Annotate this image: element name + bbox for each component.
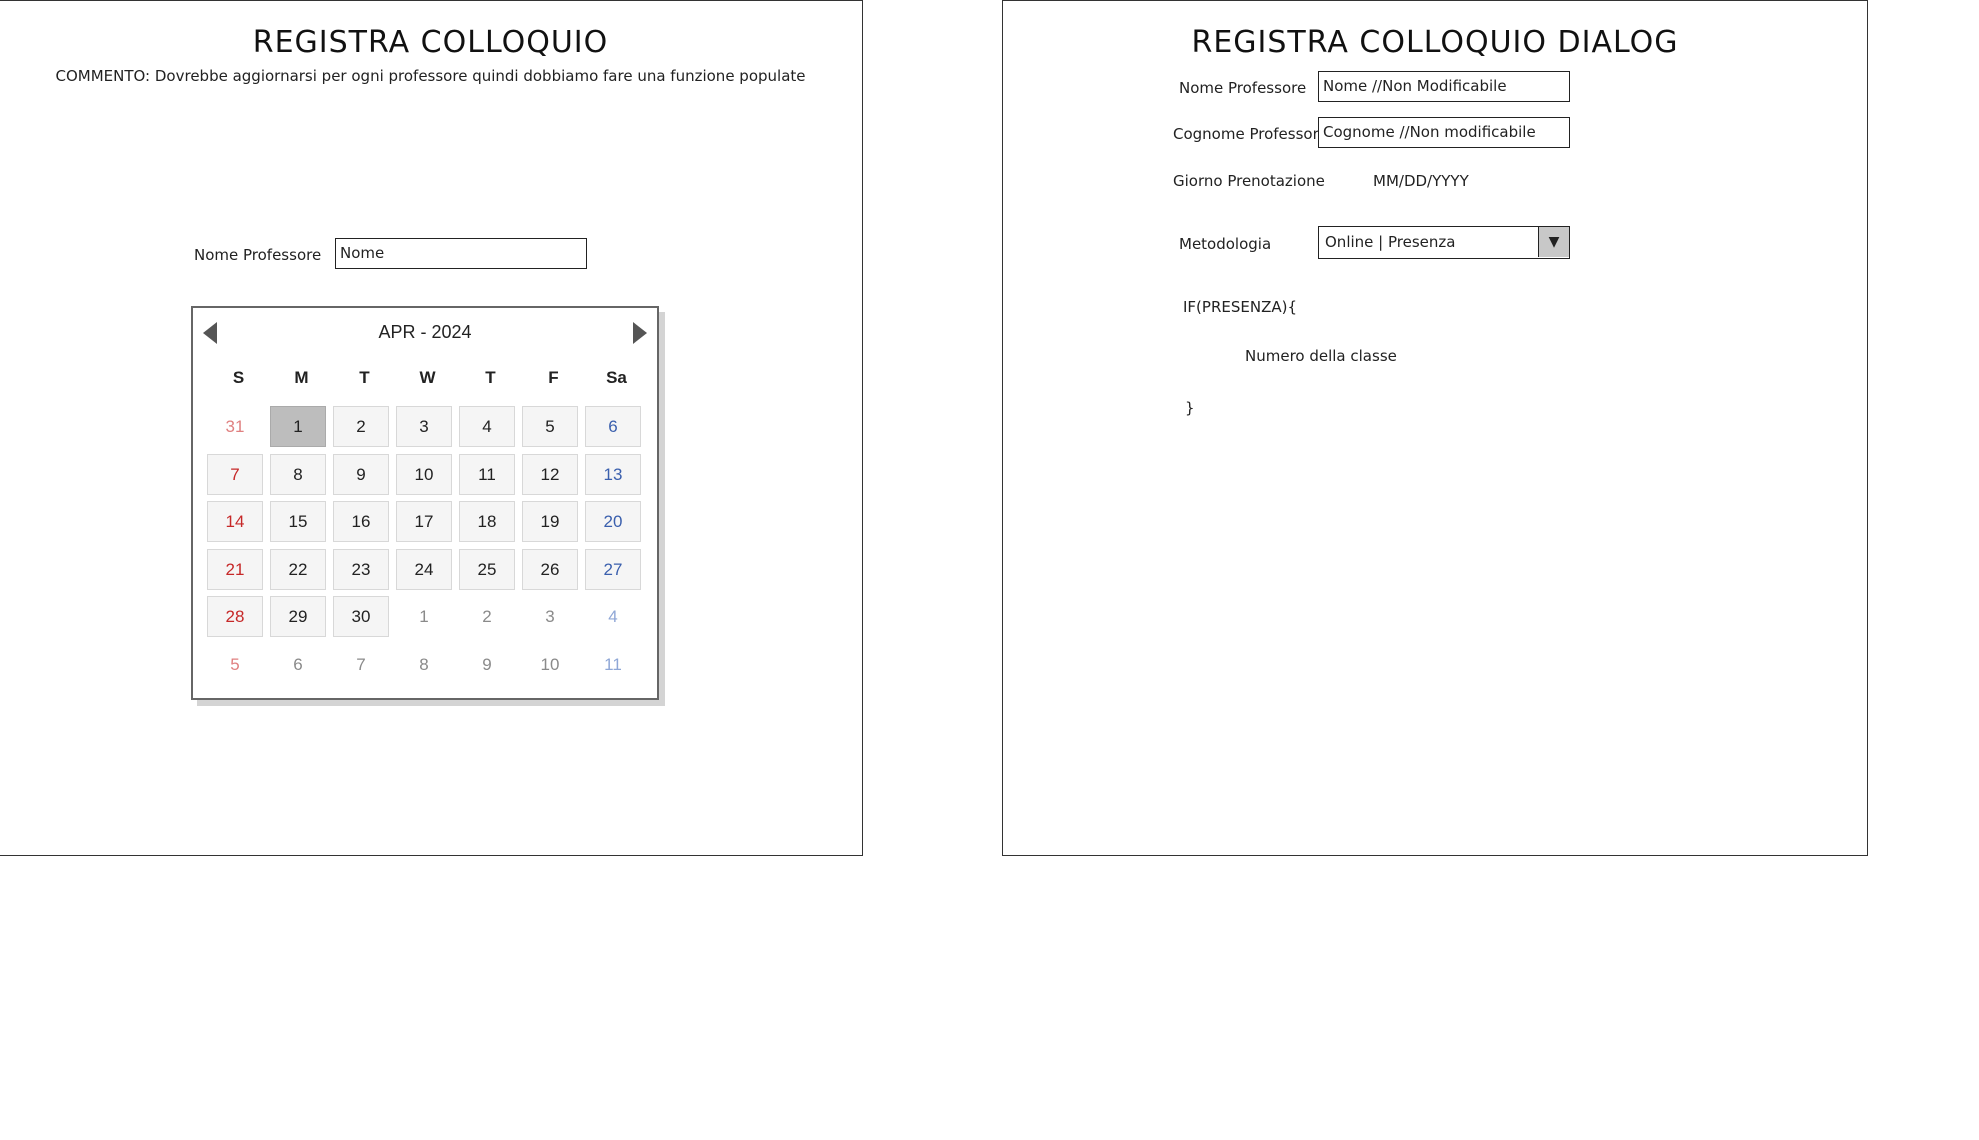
calendar-day[interactable]: 13 [585,453,641,495]
cognome-professore-field[interactable]: Cognome //Non modificabile [1318,117,1570,148]
calendar-day[interactable]: 1 [270,406,326,447]
weekday-header: S [232,368,245,387]
calendar-day[interactable]: 30 [333,596,389,637]
comment-text: COMMENTO: Dovrebbe aggiornarsi per ogni … [55,67,806,85]
calendar-day[interactable]: 26 [522,548,578,590]
nome-professore-label: Nome Professore [1179,79,1307,97]
metodologia-selected-value: Online | Presenza [1325,233,1456,251]
nome-professore-label: Nome Professore [194,246,322,264]
calendar-day[interactable]: 2 [333,406,389,447]
calendar-day[interactable]: 15 [270,501,326,542]
weekday-header: M [294,368,309,387]
calendar-day[interactable]: 22 [270,548,326,590]
calendar-day[interactable]: 29 [270,596,326,637]
calendar-day[interactable]: 7 [333,644,389,685]
calendar-day[interactable]: 5 [207,644,263,685]
weekday-header: Sa [606,368,627,387]
if-presenza-text: IF(PRESENZA){ [1183,298,1298,316]
calendar-day[interactable]: 9 [459,644,515,685]
calendar-day[interactable]: 11 [585,644,641,685]
weekday-header: T [359,368,370,387]
calendar-day[interactable]: 24 [396,548,452,590]
giorno-prenotazione-label: Giorno Prenotazione [1173,172,1325,190]
registra-colloquio-frame: REGISTRA COLLOQUIO COMMENTO: Dovrebbe ag… [0,0,863,856]
calendar-day[interactable]: 6 [585,406,641,447]
next-month-icon[interactable] [633,322,647,344]
weekday-header: T [485,368,496,387]
cognome-professore-label: Cognome Professore [1173,125,1328,143]
calendar-day[interactable]: 11 [459,453,515,495]
chevron-down-icon[interactable]: ▼ [1538,227,1569,257]
calendar-day[interactable]: 4 [585,596,641,637]
calendar-day-grid: 31 1 2 3 4 5 6 7 8 9 10 11 12 13 14 15 16 17 18 19 20 21 22 23 2… [207,406,648,691]
calendar-day[interactable]: 6 [270,644,326,685]
weekday-header: F [548,368,559,387]
weekday-header: W [419,368,436,387]
calendar-day[interactable]: 10 [396,453,452,495]
calendar-day[interactable]: 8 [396,644,452,685]
calendar-day[interactable]: 27 [585,548,641,590]
metodologia-label: Metodologia [1179,235,1272,253]
if-close-brace: } [1185,399,1195,417]
metodologia-dropdown[interactable]: Online | Presenza ▼ [1318,226,1570,259]
page-title: REGISTRA COLLOQUIO [252,25,609,60]
calendar-day[interactable]: 18 [459,501,515,542]
calendar-weekday-header: S M T W T F Sa [207,368,648,388]
calendar-day[interactable]: 23 [333,548,389,590]
nome-professore-input[interactable]: Nome [335,238,587,269]
calendar-day[interactable]: 17 [396,501,452,542]
calendar-day[interactable]: 8 [270,453,326,495]
calendar-day[interactable]: 20 [585,501,641,542]
calendar-day[interactable]: 3 [396,406,452,447]
calendar-day[interactable]: 4 [459,406,515,447]
nome-professore-field[interactable]: Nome //Non Modificabile [1318,71,1570,102]
numero-classe-label: Numero della classe [1245,347,1397,365]
calendar-widget: APR - 2024 S M T W T F Sa 31 1 2 3 4 5 6 7 8 9 10 11 12 13 1… [191,306,659,700]
calendar-day[interactable]: 3 [522,596,578,637]
giorno-prenotazione-value[interactable]: MM/DD/YYYY [1373,172,1469,190]
calendar-month-label: APR - 2024 [378,322,472,342]
calendar-day[interactable]: 14 [207,501,263,542]
calendar-day[interactable]: 12 [522,453,578,495]
calendar-day[interactable]: 16 [333,501,389,542]
calendar-day[interactable]: 7 [207,453,263,495]
calendar-day[interactable]: 31 [207,406,263,447]
calendar-day[interactable]: 21 [207,548,263,590]
registra-colloquio-dialog-frame: REGISTRA COLLOQUIO DIALOG Nome Professor… [1002,0,1868,856]
calendar-day[interactable]: 10 [522,644,578,685]
calendar-day[interactable]: 28 [207,596,263,637]
calendar-day[interactable]: 19 [522,501,578,542]
calendar-day[interactable]: 1 [396,596,452,637]
calendar-day[interactable]: 9 [333,453,389,495]
calendar-day[interactable]: 25 [459,548,515,590]
calendar-day[interactable]: 2 [459,596,515,637]
dialog-title: REGISTRA COLLOQUIO DIALOG [1191,25,1679,60]
calendar-day[interactable]: 5 [522,406,578,447]
